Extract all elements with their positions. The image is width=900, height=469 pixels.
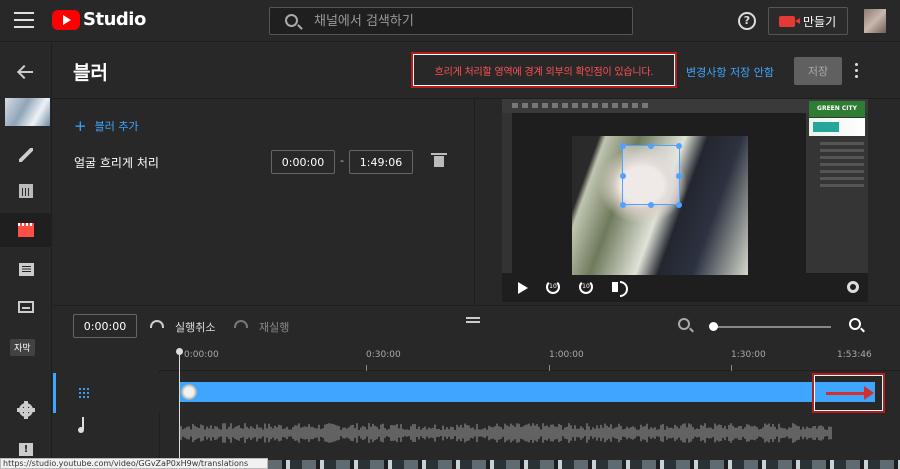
- add-blur-button[interactable]: + 블러 추가: [74, 118, 139, 134]
- logo-text: Studio: [83, 9, 146, 30]
- back-button[interactable]: [0, 55, 52, 89]
- ruler-label: 1:00:00: [549, 350, 584, 360]
- blur-end-time-field[interactable]: 1:49:06: [349, 150, 413, 174]
- top-bar: Studio ? 만들기: [0, 0, 900, 42]
- video-camera-icon: [779, 15, 800, 27]
- nav-settings[interactable]: [0, 393, 52, 427]
- player-controls: 10 10: [502, 275, 868, 302]
- ruler-tick: [731, 365, 732, 371]
- error-notice: 흐리게 처리할 영역에 경계 외부의 확인점이 있습니다.: [411, 52, 677, 88]
- undo-button[interactable]: 실행취소: [175, 319, 215, 335]
- help-icon[interactable]: ?: [738, 12, 756, 30]
- rewind-10-icon[interactable]: 10: [546, 280, 560, 294]
- analytics-icon: [19, 184, 33, 198]
- nav-comments[interactable]: [0, 252, 52, 286]
- more-options-icon[interactable]: [855, 63, 859, 79]
- error-notice-text: 흐리게 처리할 영역에 경계 외부의 확인점이 있습니다.: [434, 66, 654, 78]
- music-note-icon: [78, 417, 84, 433]
- video-thumbnail[interactable]: [5, 98, 50, 126]
- left-nav: 자막 !: [0, 43, 52, 469]
- waveform-path: [179, 423, 832, 443]
- green-city-logo: GREEN CITY: [809, 101, 865, 117]
- settings-gear-icon[interactable]: [847, 281, 859, 293]
- plus-icon: +: [74, 117, 87, 135]
- ruler-label: 0:00:00: [184, 350, 219, 360]
- filmstrip-track: [268, 460, 900, 469]
- ruler-label: 1:53:46: [837, 350, 872, 360]
- gear-icon: [17, 401, 35, 419]
- studio-logo[interactable]: Studio: [52, 9, 146, 30]
- blur-track-thumbnail: [181, 384, 197, 400]
- feedback-icon: !: [19, 442, 33, 456]
- page-title: 블러: [73, 62, 108, 84]
- clapperboard-icon: [18, 223, 34, 237]
- ruler-label: 1:30:00: [731, 350, 766, 360]
- redo-icon[interactable]: [234, 320, 248, 328]
- face-blur-label: 얼굴 흐리게 처리: [74, 156, 159, 170]
- browser-status-url: https://studio.youtube.com/video/GGvZaP0…: [0, 458, 268, 469]
- search-box[interactable]: [269, 7, 633, 35]
- face-blur-region[interactable]: [620, 143, 682, 208]
- preview-panel-graphic: [809, 118, 865, 136]
- nav-details[interactable]: [0, 138, 52, 172]
- undo-icon[interactable]: [150, 320, 164, 328]
- ruler-label: 0:30:00: [366, 350, 401, 360]
- youtube-logo-icon: [52, 9, 80, 30]
- search-icon: [285, 14, 298, 27]
- caption-badge: 자막: [10, 339, 35, 356]
- arrow-shaft: [826, 392, 868, 395]
- audio-waveform: [179, 423, 832, 443]
- preview-tool-strip: [502, 113, 512, 273]
- panel-divider: [474, 99, 475, 305]
- nav-subtitles[interactable]: [0, 290, 52, 324]
- blur-track-segment[interactable]: [179, 382, 875, 402]
- save-button[interactable]: 저장: [794, 57, 842, 85]
- blur-start-time-field[interactable]: 0:00:00: [271, 150, 335, 174]
- preview-side-panel: [806, 113, 868, 273]
- create-button[interactable]: 만들기: [768, 7, 848, 35]
- preview-layer-rows: [820, 139, 864, 187]
- volume-icon[interactable]: [612, 281, 628, 297]
- blur-grid-icon: [78, 387, 90, 399]
- resize-handle-icon[interactable]: [466, 317, 480, 323]
- forward-10-icon[interactable]: 10: [579, 280, 593, 294]
- pencil-icon: [19, 148, 33, 162]
- time-range-dash: -: [340, 154, 344, 167]
- subtitles-icon: [18, 301, 34, 313]
- ruler-tick: [366, 365, 367, 371]
- blur-track-header[interactable]: [53, 373, 160, 413]
- trash-icon[interactable]: [431, 153, 447, 167]
- right-arrow-icon: [864, 386, 874, 400]
- timeline-toolbar: 0:00:00 실행취소 재실행: [53, 305, 900, 345]
- timeline-time-field[interactable]: 0:00:00: [73, 314, 137, 338]
- avatar[interactable]: [864, 9, 886, 33]
- editor-header: 블러 흐리게 처리할 영역에 경계 외부의 확인점이 있습니다. 변경사항 저장…: [53, 43, 900, 99]
- back-arrow-icon: [19, 71, 33, 73]
- add-blur-label: 블러 추가: [94, 120, 139, 133]
- video-preview[interactable]: GREEN CITY 10 10: [502, 99, 868, 302]
- zoom-slider-track[interactable]: [713, 326, 831, 328]
- ruler-tick: [549, 365, 550, 371]
- comment-icon: [18, 262, 34, 276]
- playhead[interactable]: [176, 348, 183, 469]
- create-label: 만들기: [803, 14, 837, 29]
- zoom-out-icon[interactable]: [678, 318, 690, 330]
- redo-button[interactable]: 재실행: [259, 319, 289, 335]
- menu-icon[interactable]: [14, 12, 34, 30]
- play-icon[interactable]: [518, 282, 528, 294]
- annotation-arrow-box: [812, 373, 885, 413]
- discard-changes-link[interactable]: 변경사항 저장 안함: [686, 64, 774, 80]
- zoom-slider-thumb[interactable]: [709, 322, 718, 331]
- nav-analytics[interactable]: [0, 174, 52, 208]
- zoom-in-icon[interactable]: [849, 318, 861, 330]
- timeline-ruler: 0:00:00 0:30:00 1:00:00 1:30:00 1:53:46: [160, 345, 900, 371]
- nav-editor[interactable]: [0, 213, 52, 247]
- search-input[interactable]: [314, 12, 614, 30]
